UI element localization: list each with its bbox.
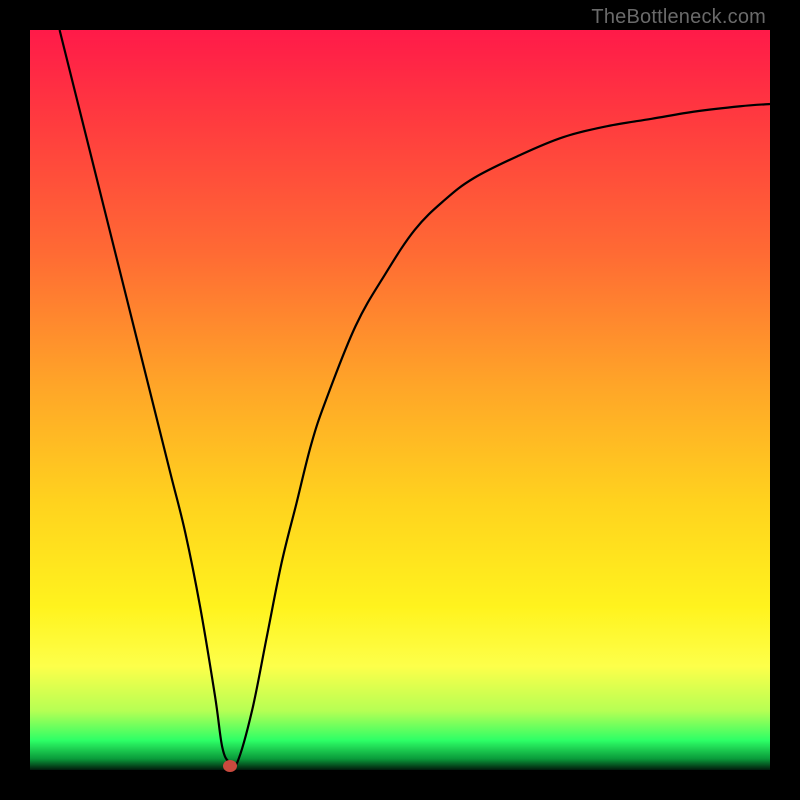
- curve-line: [30, 30, 770, 770]
- attribution-text: TheBottleneck.com: [591, 6, 766, 29]
- minimum-marker: [223, 760, 237, 772]
- chart-frame: TheBottleneck.com: [0, 0, 800, 800]
- plot-area: [30, 30, 770, 770]
